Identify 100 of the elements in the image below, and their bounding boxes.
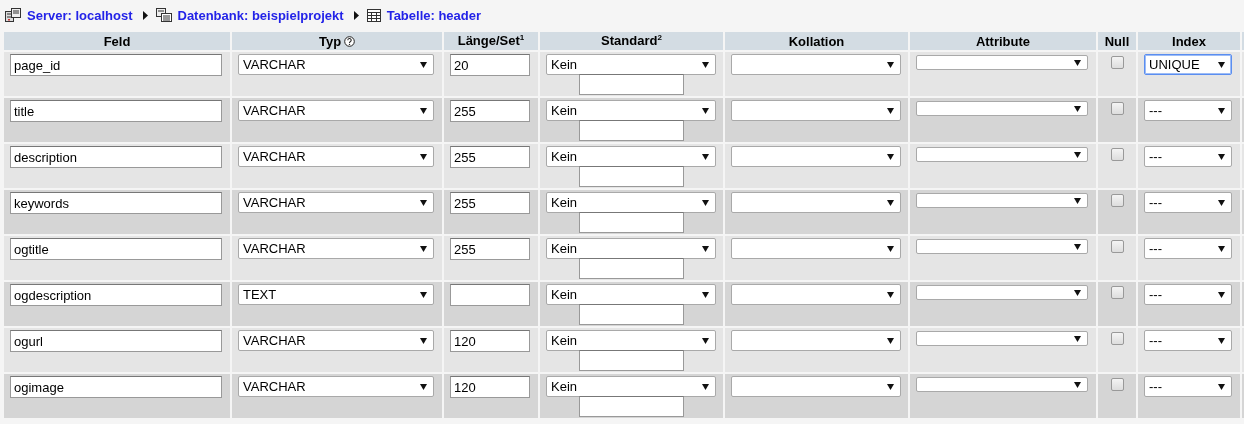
breadcrumb-link[interactable]: Tabelle: header [386,7,482,23]
field-name-input[interactable]: ogurl [10,330,222,352]
default-value-input[interactable] [579,166,684,187]
index-select[interactable]: --- [1144,100,1232,121]
caret-icon [887,337,894,344]
null-checkbox[interactable] [1110,194,1124,207]
default-select[interactable]: Kein [546,100,716,121]
caret-icon [1218,61,1225,68]
null-checkbox[interactable] [1110,56,1124,69]
attribute-select[interactable] [916,101,1088,116]
length-input[interactable]: 255 [450,146,530,168]
collation-select[interactable] [731,376,901,397]
caret-icon [420,199,427,206]
caret-icon [1074,59,1081,66]
length-input[interactable] [450,284,530,306]
attribute-select[interactable] [916,239,1088,254]
length-input[interactable]: 20 [450,54,530,76]
attribute-select[interactable] [916,55,1088,70]
caret-icon [702,199,709,206]
field-name-input[interactable]: description [10,146,222,168]
arrow-icon [353,10,359,20]
default-select[interactable]: Kein [546,376,716,397]
caret-icon [887,61,894,68]
caret-icon [420,107,427,114]
caret-icon [702,291,709,298]
field-name-input[interactable]: keywords [10,192,222,214]
field-name-input[interactable]: title [10,100,222,122]
breadcrumb-link[interactable]: Server: localhost [27,7,133,23]
null-checkbox[interactable] [1110,332,1124,345]
field-name-input[interactable]: page_id [10,54,222,76]
length-input[interactable]: 255 [450,192,530,214]
caret-icon [887,199,894,206]
collation-select[interactable] [731,100,901,121]
default-select[interactable]: Kein [546,146,716,167]
default-value-input[interactable] [579,212,684,233]
index-select[interactable]: --- [1144,192,1232,213]
index-select[interactable]: --- [1144,284,1232,305]
help-icon[interactable] [344,35,356,47]
null-checkbox[interactable] [1110,286,1124,299]
caret-icon [887,107,894,114]
index-select[interactable]: --- [1144,146,1232,167]
default-select[interactable]: Kein [546,192,716,213]
caret-icon [1218,291,1225,298]
type-select[interactable]: VARCHAR [238,54,434,75]
type-select[interactable]: VARCHAR [238,146,434,167]
default-value-input[interactable] [579,74,684,95]
collation-select[interactable] [731,54,901,75]
type-select[interactable]: VARCHAR [238,192,434,213]
attribute-select[interactable] [916,147,1088,162]
breadcrumb-link[interactable]: Datenbank: beispielprojekt [177,7,344,23]
attribute-select[interactable] [916,193,1088,208]
length-input[interactable]: 120 [450,376,530,398]
default-value-input[interactable] [579,120,684,141]
caret-icon [420,383,427,390]
collation-select[interactable] [731,284,901,305]
index-select[interactable]: --- [1144,376,1232,397]
column-header: Typ [232,32,442,50]
type-select[interactable]: VARCHAR [238,330,434,351]
type-select[interactable]: VARCHAR [238,100,434,121]
default-select[interactable]: Kein [546,238,716,259]
index-select[interactable]: --- [1144,238,1232,259]
collation-select[interactable] [731,146,901,167]
collation-select[interactable] [731,330,901,351]
caret-icon [887,291,894,298]
default-select[interactable]: Kein [546,54,716,75]
type-select[interactable]: VARCHAR [238,376,434,397]
attribute-select[interactable] [916,377,1088,392]
caret-icon [1074,335,1081,342]
default-value-input[interactable] [579,258,684,279]
caret-icon [1074,289,1081,296]
caret-icon [702,61,709,68]
index-select[interactable]: UNIQUE [1144,54,1232,75]
length-input[interactable]: 255 [450,238,530,260]
collation-select[interactable] [731,192,901,213]
attribute-select[interactable] [916,285,1088,300]
null-checkbox[interactable] [1110,378,1124,391]
caret-icon [420,291,427,298]
attribute-select[interactable] [916,331,1088,346]
default-value-input[interactable] [579,304,684,325]
null-checkbox[interactable] [1110,102,1124,115]
type-select[interactable]: TEXT [238,284,434,305]
default-value-input[interactable] [579,350,684,371]
type-select[interactable]: VARCHAR [238,238,434,259]
column-header: Attribute [910,32,1096,50]
collation-select[interactable] [731,238,901,259]
default-select[interactable]: Kein [546,284,716,305]
caret-icon [702,245,709,252]
column-header: Kollation [725,32,908,50]
field-name-input[interactable]: ogimage [10,376,222,398]
length-input[interactable]: 120 [450,330,530,352]
length-input[interactable]: 255 [450,100,530,122]
field-name-input[interactable]: ogdescription [10,284,222,306]
null-checkbox[interactable] [1110,148,1124,161]
default-select[interactable]: Kein [546,330,716,351]
null-checkbox[interactable] [1110,240,1124,253]
caret-icon [1074,151,1081,158]
index-select[interactable]: --- [1144,330,1232,351]
default-value-input[interactable] [579,396,684,417]
caret-icon [1218,107,1225,114]
field-name-input[interactable]: ogtitle [10,238,222,260]
